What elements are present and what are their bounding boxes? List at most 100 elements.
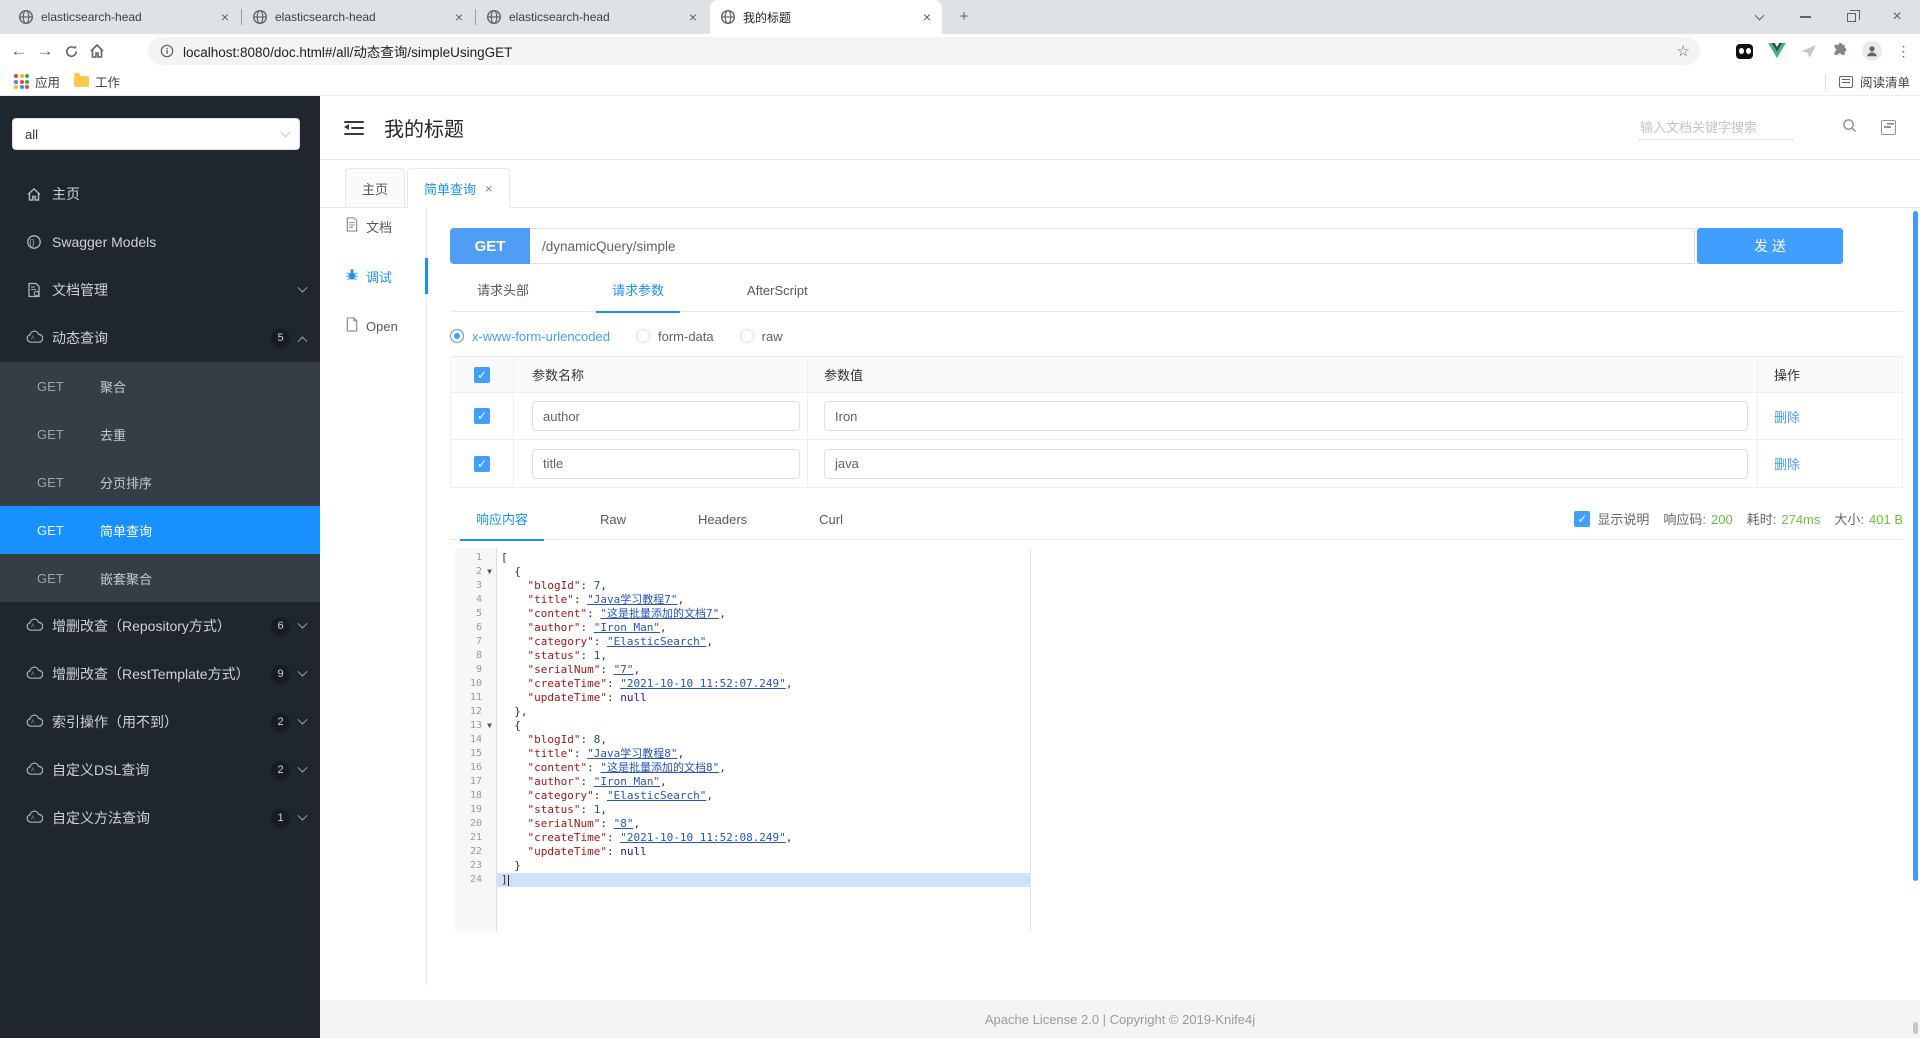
row-checkbox[interactable]: ✓ bbox=[474, 455, 490, 472]
main-scrollbar-thumb[interactable] bbox=[1913, 211, 1918, 881]
param-name-input[interactable] bbox=[532, 401, 800, 431]
request-tab-AfterScript[interactable]: AfterScript bbox=[731, 274, 824, 312]
code-text[interactable]: { bbox=[497, 565, 1903, 579]
code-text[interactable]: "updateTime": null bbox=[497, 845, 1903, 859]
fold-icon[interactable]: ▼ bbox=[482, 719, 497, 733]
body-type-radio-raw[interactable]: raw bbox=[739, 329, 783, 344]
doc-tab-主页[interactable]: 主页 bbox=[345, 168, 406, 208]
code-text[interactable]: "updateTime": null bbox=[497, 691, 1903, 705]
sidebar-subitem-聚合[interactable]: GET 聚合 bbox=[0, 362, 320, 410]
bottom-scrollbar-thumb[interactable] bbox=[1913, 1022, 1918, 1034]
param-value-input[interactable] bbox=[824, 448, 1748, 479]
code-text[interactable]: } bbox=[497, 859, 1903, 873]
bookmark-star-icon[interactable]: ☆ bbox=[1677, 42, 1690, 60]
body-type-radio-x-www-form-urlencoded[interactable]: x-www-form-urlencoded bbox=[450, 329, 610, 344]
sidebar-item-dynamic-query[interactable]: /\ 动态查询 5 bbox=[0, 314, 320, 362]
code-text[interactable]: "blogId": 7, bbox=[497, 579, 1903, 593]
new-tab-button[interactable]: + bbox=[954, 7, 974, 27]
home-button[interactable] bbox=[84, 38, 110, 64]
menu-fold-icon[interactable] bbox=[344, 120, 364, 136]
browser-tab[interactable]: 我的标题 × bbox=[710, 0, 942, 34]
sidebar-subitem-嵌套聚合[interactable]: GET 嵌套聚合 bbox=[0, 554, 320, 602]
vue-devtools-icon[interactable] bbox=[1766, 41, 1787, 62]
code-text[interactable]: ] bbox=[497, 873, 1903, 887]
code-text[interactable]: "title": "Java学习教程7", bbox=[497, 593, 1903, 607]
code-text[interactable]: "title": "Java学习教程8", bbox=[497, 747, 1903, 761]
sidebar-subitem-分页排序[interactable]: GET 分页排序 bbox=[0, 458, 320, 506]
info-icon[interactable] bbox=[160, 44, 174, 58]
extension-icon-gray[interactable] bbox=[1798, 41, 1819, 62]
bookmark-item[interactable]: 应用 bbox=[14, 72, 60, 91]
sidebar-item-crud-resttemplate[interactable]: /\ 增删改查（RestTemplate方式） 9 bbox=[0, 650, 320, 698]
url-text[interactable]: localhost:8080/doc.html#/all/动态查询/simple… bbox=[183, 41, 1677, 61]
delete-link[interactable]: 删除 bbox=[1774, 407, 1800, 426]
reload-button[interactable] bbox=[58, 38, 84, 64]
response-tab-响应内容[interactable]: 响应内容 bbox=[460, 505, 545, 541]
code-text[interactable]: [ bbox=[497, 551, 1903, 565]
code-text[interactable]: "createTime": "2021-10-10 11:52:07.249", bbox=[497, 677, 1903, 691]
code-text[interactable]: "serialNum": "7", bbox=[497, 663, 1903, 677]
select-all-checkbox[interactable]: ✓ bbox=[474, 366, 490, 383]
response-tab-Raw[interactable]: Raw bbox=[584, 505, 642, 540]
layout-icon[interactable] bbox=[1881, 120, 1896, 135]
close-icon[interactable]: × bbox=[218, 10, 232, 24]
debug-nav-Open[interactable]: Open bbox=[345, 308, 426, 344]
code-text[interactable]: "author": "Iron Man", bbox=[497, 621, 1903, 635]
code-text[interactable]: "content": "这是批量添加的文档7", bbox=[497, 607, 1903, 621]
request-tab-请求参数[interactable]: 请求参数 bbox=[596, 274, 681, 313]
sidebar-item-custom-dsl[interactable]: /\ 自定义DSL查询 2 bbox=[0, 746, 320, 794]
restore-button[interactable] bbox=[1828, 0, 1874, 34]
close-icon[interactable]: × bbox=[686, 10, 700, 24]
code-text[interactable]: "blogId": 8, bbox=[497, 733, 1903, 747]
bookmark-item[interactable]: 工作 bbox=[74, 72, 120, 91]
code-text[interactable]: "status": 1, bbox=[497, 803, 1903, 817]
minimize-button[interactable] bbox=[1782, 0, 1828, 34]
doc-search-input[interactable] bbox=[1638, 115, 1794, 140]
doc-tab-简单查询[interactable]: 简单查询 × bbox=[407, 168, 510, 208]
sidebar-item-custom-method[interactable]: /\ 自定义方法查询 1 bbox=[0, 794, 320, 842]
omnibox[interactable]: localhost:8080/doc.html#/all/动态查询/simple… bbox=[148, 37, 1700, 65]
row-checkbox[interactable]: ✓ bbox=[474, 408, 490, 424]
sidebar-item-doc-manage[interactable]: 文档管理 bbox=[0, 266, 320, 314]
close-icon[interactable]: × bbox=[920, 10, 934, 24]
response-tab-Headers[interactable]: Headers bbox=[682, 505, 763, 540]
code-text[interactable]: { bbox=[497, 719, 1903, 733]
debug-nav-调试[interactable]: 调试 bbox=[345, 258, 428, 294]
code-text[interactable]: }, bbox=[497, 705, 1903, 719]
code-text[interactable]: "author": "Iron Man", bbox=[497, 775, 1903, 789]
extensions-puzzle-icon[interactable] bbox=[1830, 41, 1851, 62]
sidebar-subitem-简单查询[interactable]: GET 简单查询 bbox=[0, 506, 320, 554]
back-button[interactable]: ← bbox=[6, 38, 32, 64]
debug-nav-文档[interactable]: 文档 bbox=[345, 208, 426, 244]
code-text[interactable]: "content": "这是批量添加的文档8", bbox=[497, 761, 1903, 775]
fold-icon[interactable]: ▼ bbox=[482, 565, 497, 579]
body-type-radio-form-data[interactable]: form-data bbox=[635, 329, 714, 344]
browser-tab[interactable]: elasticsearch-head × bbox=[8, 0, 240, 34]
request-tab-请求头部[interactable]: 请求头部 bbox=[461, 274, 545, 312]
sidebar-item-index-ops[interactable]: /\ 索引操作（用不到） 2 bbox=[0, 698, 320, 746]
browser-tab[interactable]: elasticsearch-head × bbox=[476, 0, 708, 34]
code-text[interactable]: "status": 1, bbox=[497, 649, 1903, 663]
code-text[interactable]: "serialNum": "8", bbox=[497, 817, 1903, 831]
request-url-input[interactable] bbox=[530, 228, 1695, 264]
param-value-input[interactable] bbox=[824, 401, 1748, 431]
close-window-button[interactable]: × bbox=[1874, 0, 1920, 34]
browser-tab[interactable]: elasticsearch-head × bbox=[242, 0, 474, 34]
search-icon[interactable] bbox=[1842, 118, 1857, 138]
code-text[interactable]: "category": "ElasticSearch", bbox=[497, 789, 1903, 803]
forward-button[interactable]: → bbox=[32, 38, 58, 64]
extension-icon-dark[interactable] bbox=[1734, 41, 1755, 62]
tab-search-chevron-icon[interactable] bbox=[1736, 0, 1782, 34]
show-desc-checkbox[interactable]: ✓ bbox=[1574, 510, 1591, 527]
reading-list-button[interactable]: 阅读清单 bbox=[1824, 72, 1910, 91]
code-text[interactable]: "createTime": "2021-10-10 11:52:08.249", bbox=[497, 831, 1903, 845]
profile-avatar[interactable] bbox=[1862, 41, 1882, 61]
response-editor[interactable]: 1[2 ▼ {3 "blogId": 7, 4 "title": "Java学习教程… bbox=[455, 548, 1903, 931]
delete-link[interactable]: 删除 bbox=[1774, 454, 1800, 473]
sidebar-item-swagger-models[interactable]: {} Swagger Models bbox=[0, 218, 320, 266]
browser-menu-icon[interactable]: ⋮ bbox=[1893, 41, 1914, 62]
close-icon[interactable]: × bbox=[452, 10, 466, 24]
group-select[interactable]: all bbox=[12, 118, 300, 150]
param-name-input[interactable] bbox=[532, 448, 800, 479]
response-tab-Curl[interactable]: Curl bbox=[803, 505, 859, 540]
